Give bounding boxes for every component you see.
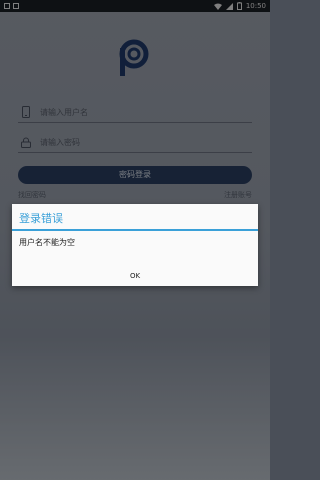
error-dialog: 登录错误 用户名不能为空 OK (12, 204, 258, 286)
login-screen: 10:50 密码登录 找回密码 注册账号 登录错误 (0, 0, 270, 480)
dialog-title: 登录错误 (19, 212, 63, 225)
dialog-message: 用户名不能为空 (19, 238, 75, 247)
dialog-divider (12, 229, 258, 231)
ok-button[interactable]: OK (120, 269, 150, 283)
